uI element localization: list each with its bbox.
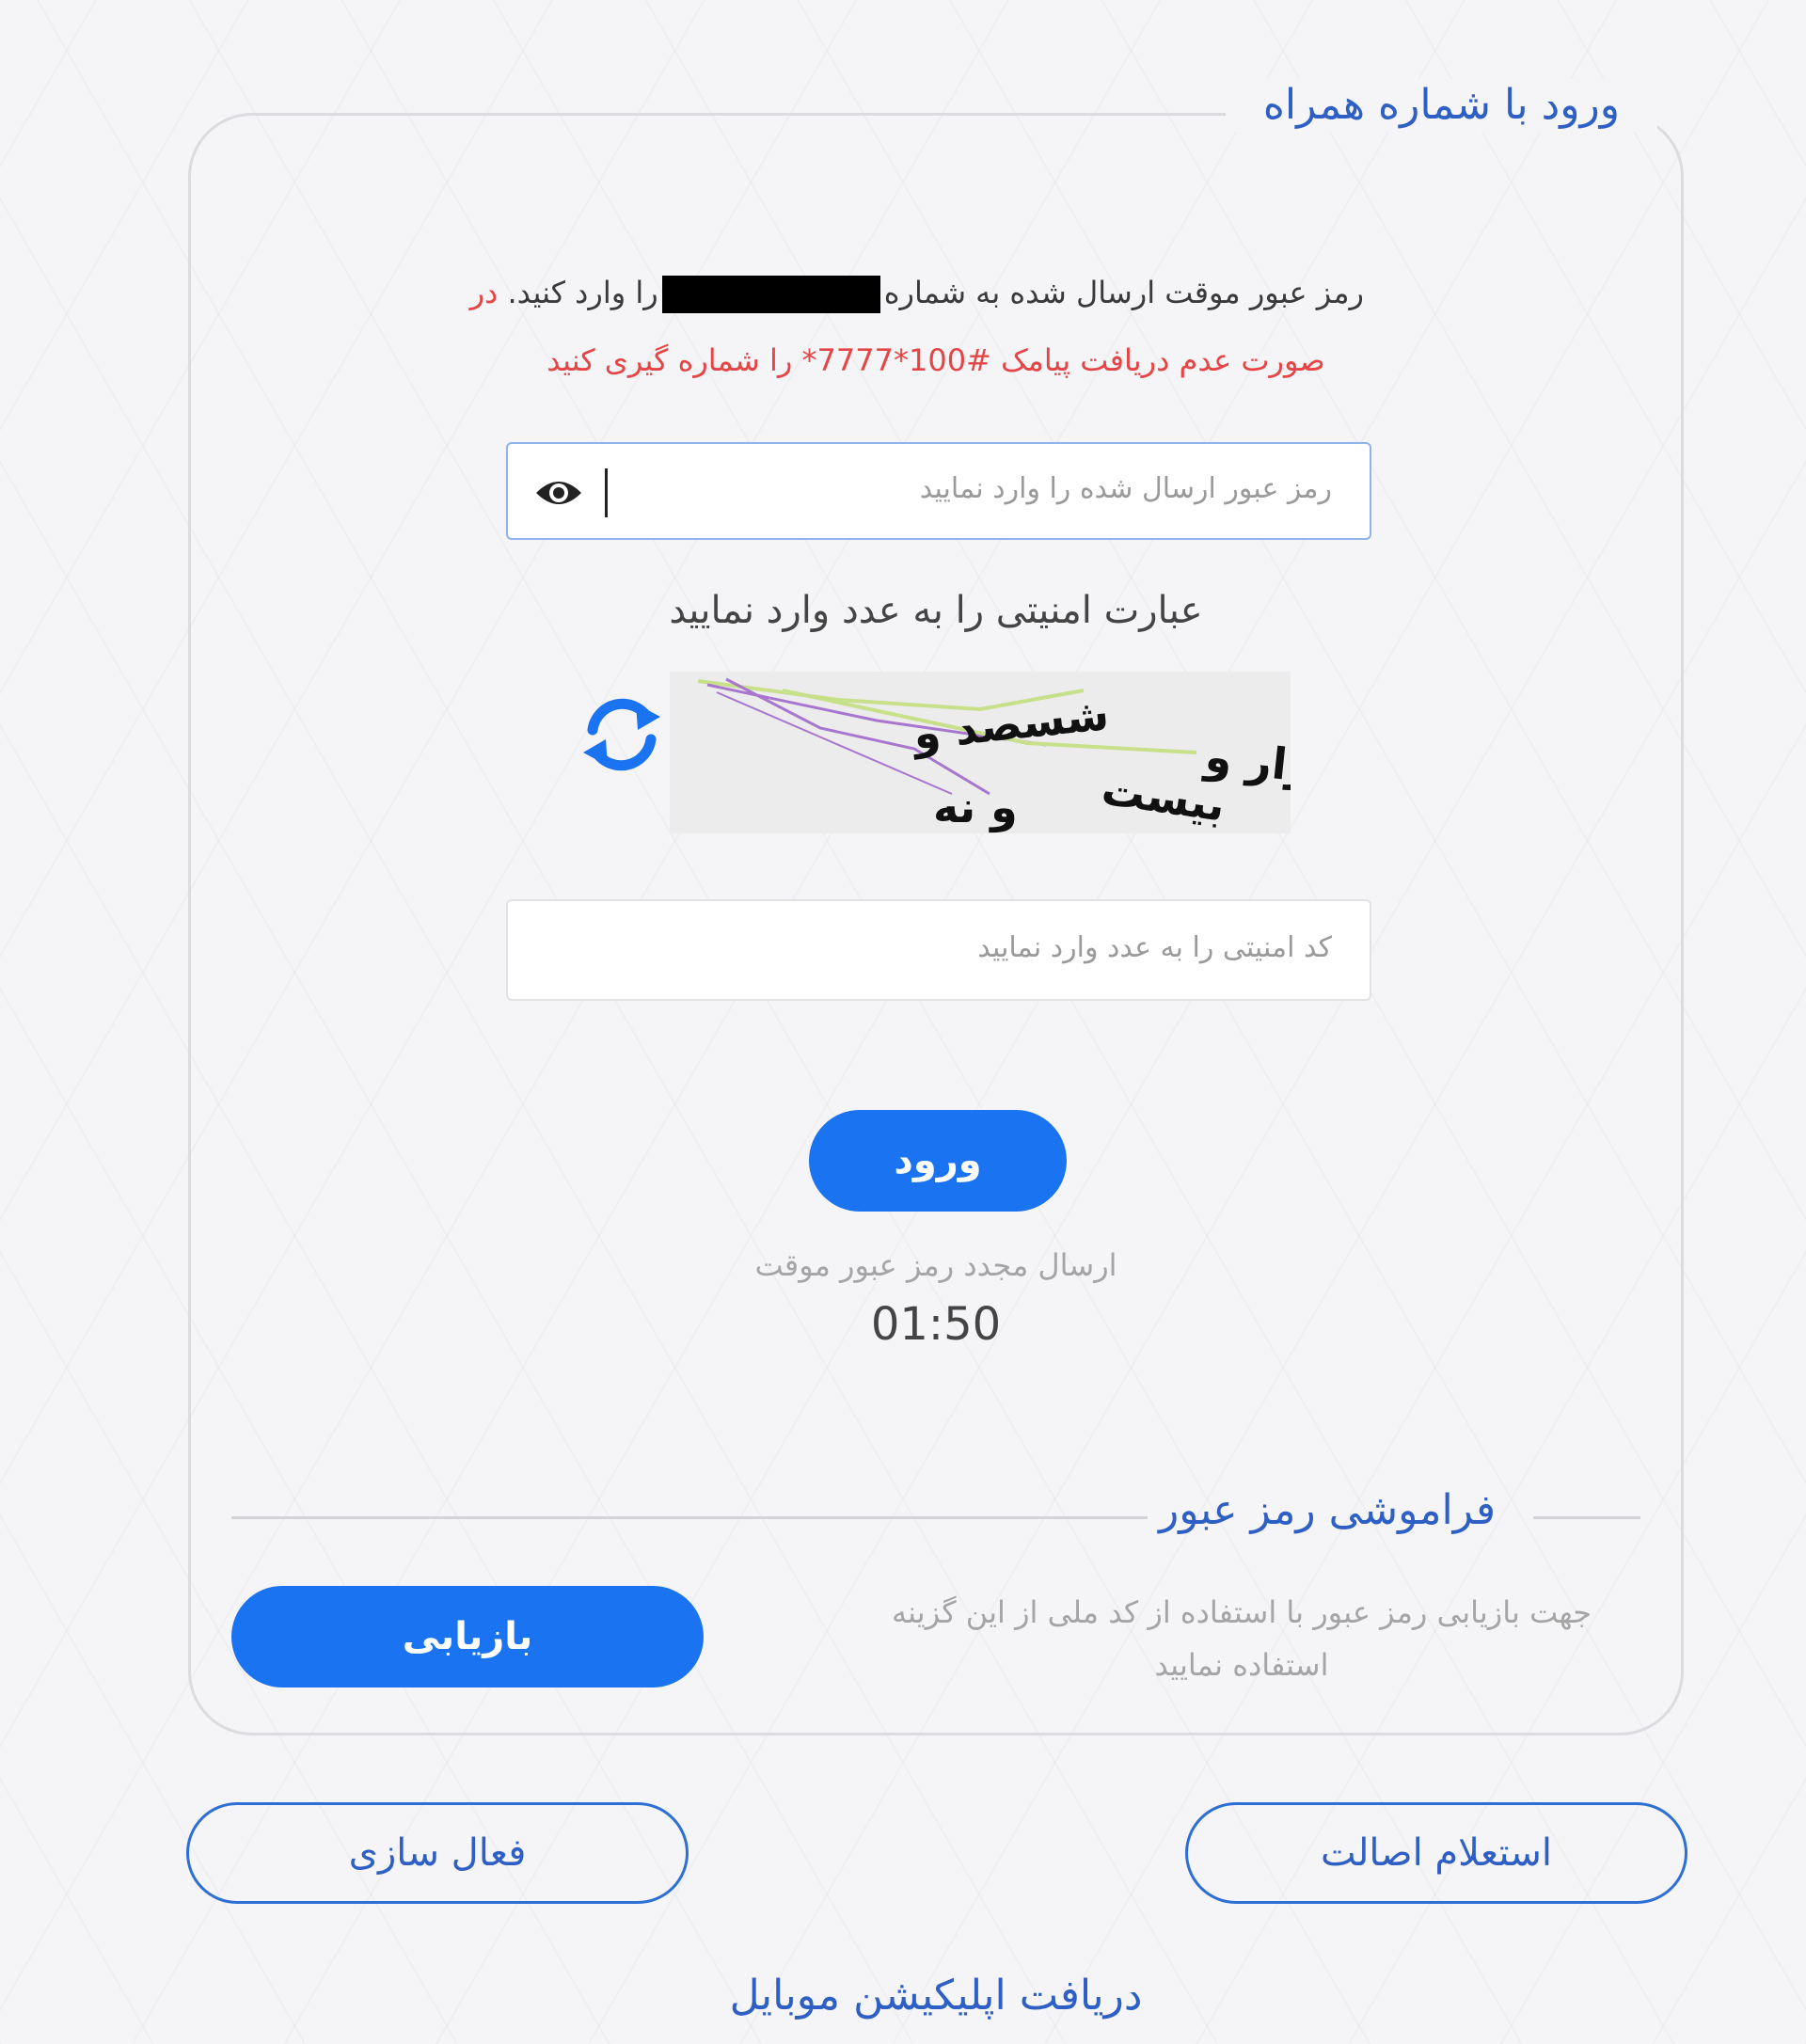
forgot-divider-left	[231, 1516, 1148, 1519]
otp-instructions: رمز عبور موقت ارسال شده به شماره را وارد …	[470, 275, 1364, 313]
redacted-phone-number	[661, 276, 880, 313]
resend-timer: 01:50	[870, 1298, 1002, 1351]
captcha-text-line4: و نه	[933, 782, 1018, 832]
refresh-icon[interactable]	[579, 692, 664, 777]
otp-instructions-part1: رمز عبور موقت ارسال شده به شماره	[883, 275, 1364, 310]
captcha-code-input[interactable]: کد امنیتی را به عدد وارد نمایید	[506, 899, 1371, 1001]
sms-fallback-notice: صورت عدم دریافت پیامک #100*7777* را شمار…	[547, 342, 1325, 378]
forgot-password-description: جهت بازیابی رمز عبور با استفاده از کد مل…	[891, 1594, 1592, 1683]
captcha-label: عبارت امنیتی را به عدد وارد نمایید	[669, 589, 1203, 632]
otp-instructions-part3: در	[469, 275, 499, 310]
authenticity-inquiry-button[interactable]: استعلام اصالت	[1185, 1802, 1687, 1904]
forgot-divider-right	[1533, 1516, 1640, 1519]
captcha-code-placeholder: کد امنیتی را به عدد وارد نمایید	[977, 931, 1332, 964]
text-caret	[605, 468, 608, 517]
otp-password-placeholder: رمز عبور ارسال شده را وارد نمایید	[919, 472, 1332, 505]
card-title: ورود با شماره همراه	[1225, 79, 1657, 132]
download-app-link[interactable]: دریافت اپلیکیشن موبایل	[282, 1972, 1590, 2020]
login-button[interactable]: ورود	[809, 1110, 1067, 1212]
eye-icon[interactable]	[534, 472, 583, 514]
forgot-password-title: فراموشی رمز عبور	[1159, 1486, 1496, 1534]
resend-otp-link[interactable]: ارسال مجدد رمز عبور موقت	[282, 1247, 1590, 1283]
otp-password-input[interactable]: رمز عبور ارسال شده را وارد نمایید	[506, 442, 1371, 540]
recover-button[interactable]: بازیابی	[231, 1586, 704, 1687]
activation-button[interactable]: فعال سازی	[186, 1802, 689, 1904]
captcha-text-line2: شسصد و	[909, 689, 1111, 760]
captcha-image: نه هزار و شسصد و بیست و نه	[670, 672, 1291, 833]
otp-instructions-part2: را وارد کنید.	[507, 275, 658, 310]
